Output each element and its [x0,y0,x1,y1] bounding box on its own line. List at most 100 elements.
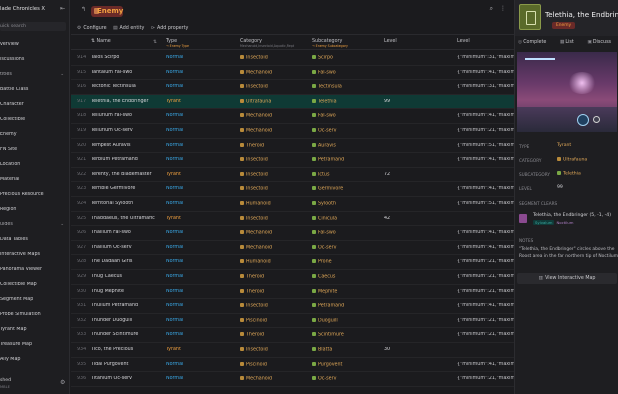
row-type[interactable]: Normal [166,376,206,381]
row-category[interactable]: Humanoid [240,259,308,265]
column-name[interactable]: ⇅ Name [91,39,111,44]
sidebar-item[interactable]: Material [0,177,68,182]
sidebar-item[interactable]: Location [0,162,68,167]
row-subcategory[interactable]: Oc-serv [312,376,382,382]
row-subcategory[interactable]: Oc-serv [312,244,382,250]
row-name[interactable]: Thulium Petramand [91,303,165,308]
sidebar-section[interactable]: tities ⌄ [0,72,68,77]
table-row[interactable]: 928 The Dadaan Girls Normal Humanoid Prone {"… [71,255,514,270]
row-type[interactable]: Normal [166,157,206,162]
row-subcategory[interactable]: Ictus [312,171,382,177]
sidebar-item[interactable]: Precious Resource [0,192,68,197]
row-name[interactable]: Terrible Germivore [91,186,165,191]
row-name[interactable]: The Dadaan Girls [91,259,165,264]
row-name[interactable]: Thunder Duoguill [91,318,165,323]
row-type[interactable]: Normal [166,186,206,191]
row-type[interactable]: Normal [166,55,206,60]
row-category[interactable]: Theroid [240,332,308,338]
sidebar-item[interactable]: FN Site [0,147,68,152]
row-category[interactable]: Theroid [240,288,308,294]
sidebar-item[interactable]: Interactive Maps [0,252,68,257]
sidebar-item[interactable]: Collectible [0,117,68,122]
row-category[interactable]: Mechanoid [240,376,308,382]
row-category[interactable]: Theroid [240,274,308,280]
row-name[interactable]: Thaddaeus, the Ultramafic [91,216,165,221]
column-level-a[interactable]: Level [384,39,397,44]
table-row[interactable]: 926 Thallium Fal-swo Normal Mechanoid Fal-sw… [71,226,514,241]
row-name[interactable]: Tellurium Oc-serv [91,128,165,133]
row-name[interactable]: Terbium Petramand [91,157,165,162]
tab-complete[interactable]: ◎Complete [518,40,552,45]
tab-discuss[interactable]: ▣Discuss [587,40,617,45]
row-type[interactable]: Normal [166,128,206,133]
table-row[interactable]: 933 Thunder Scintimure Normal Theroid Scinti… [71,328,514,343]
row-name[interactable]: Tidal Purgovent [91,362,165,367]
row-name[interactable]: Thallium Fal-swo [91,230,165,235]
subcategory-value[interactable]: Telethia [557,171,581,177]
sidebar-item[interactable]: Probe Simulation [0,312,68,317]
table-row[interactable]: 931 Thulium Petramand Normal Insectoid Petra… [71,299,514,314]
sidebar-item[interactable]: Panorama Viewer [0,267,68,272]
row-category[interactable]: Insectoid [240,84,308,90]
sidebar-item[interactable]: Ally Map [0,357,68,362]
row-subcategory[interactable]: Cinicula [312,215,382,221]
configure-button[interactable]: ⚙ Configure [77,26,107,31]
sidebar-item[interactable]: Segment Map [0,297,68,302]
collapse-sidebar-icon[interactable]: ⇤ [60,5,65,12]
row-name[interactable]: Tempest Auravis [91,143,165,148]
row-name[interactable]: Talos Scirpo [91,55,165,60]
row-subcategory[interactable]: Duoguill [312,317,382,323]
row-type[interactable]: Tyrant [166,216,206,221]
row-subcategory[interactable]: Germivore [312,186,382,192]
row-subcategory[interactable]: Scirpo [312,55,382,61]
row-category[interactable]: Mechanoid [240,113,308,119]
row-name[interactable]: Thug Mephite [91,289,165,294]
row-subcategory[interactable]: Fal-swo [312,230,382,236]
row-category[interactable]: Theroid [240,142,308,148]
row-subcategory[interactable]: Petramand [312,303,382,309]
row-name[interactable]: Tantalum Fal-swo [91,70,165,75]
table-row[interactable]: 935 Tidal Purgovent Normal Piscinoid Purgove… [71,358,514,373]
category-value[interactable]: Ultrafauna [557,157,587,163]
row-type[interactable]: Normal [166,318,206,323]
row-type[interactable]: Normal [166,230,206,235]
row-name[interactable]: Thallium Oc-serv [91,245,165,250]
row-category[interactable]: Mechanoid [240,128,308,134]
row-type[interactable]: Normal [166,274,206,279]
row-subcategory[interactable]: Telethia [312,98,382,104]
row-name[interactable]: Thunder Scintimure [91,332,165,337]
row-type[interactable]: Normal [166,201,206,206]
row-type[interactable]: Tyrant [166,172,206,177]
row-subcategory[interactable]: Petramand [312,157,382,163]
row-subcategory[interactable]: Fal-swo [312,113,382,119]
column-level-b[interactable]: Level [457,39,470,44]
sidebar-item[interactable]: iscussions [0,57,68,62]
row-name[interactable]: Telethia, the Endbringer [91,99,165,104]
row-name[interactable]: Titanium Oc-serv [91,376,165,381]
search-input[interactable]: uick search [0,22,66,31]
table-row[interactable]: 936 Titanium Oc-serv Normal Mechanoid Oc-ser… [71,372,514,387]
sidebar-item[interactable]: Battle Class [0,87,68,92]
row-category[interactable]: Insectoid [240,55,308,61]
row-subcategory[interactable]: Oc-serv [312,128,382,134]
row-subcategory[interactable]: Tectinsula [312,84,382,90]
add-property-button[interactable]: ⊳ Add property [151,26,188,31]
user-name[interactable]: shed [0,378,11,383]
table-row[interactable]: 918 Tellurium Fal-swo Normal Mechanoid Fal-s… [71,109,514,124]
table-row[interactable]: 922 Terenty, the Blademaster Tyrant Insecto… [71,168,514,183]
row-type[interactable]: Normal [166,259,206,264]
row-type[interactable]: Normal [166,303,206,308]
sidebar-section[interactable]: uides ⌄ [0,222,68,227]
enemy-screenshot-image[interactable] [517,52,617,132]
row-name[interactable]: Tellurium Fal-swo [91,113,165,118]
row-category[interactable]: Mechanoid [240,230,308,236]
row-category[interactable]: Mechanoid [240,244,308,250]
sidebar-item[interactable]: verview [0,42,68,47]
row-subcategory[interactable]: Sylooth [312,201,382,207]
table-row[interactable]: 917 Telethia, the Endbringer Tyrant Ultrafa… [71,94,514,110]
row-type[interactable]: Normal [166,289,206,294]
panel-type-chip[interactable]: Enemy [552,22,576,29]
row-subcategory[interactable]: Scintimure [312,332,382,338]
table-row[interactable]: 925 Thaddaeus, the Ultramafic Tyrant Insect… [71,212,514,227]
row-category[interactable]: Mechanoid [240,69,308,75]
